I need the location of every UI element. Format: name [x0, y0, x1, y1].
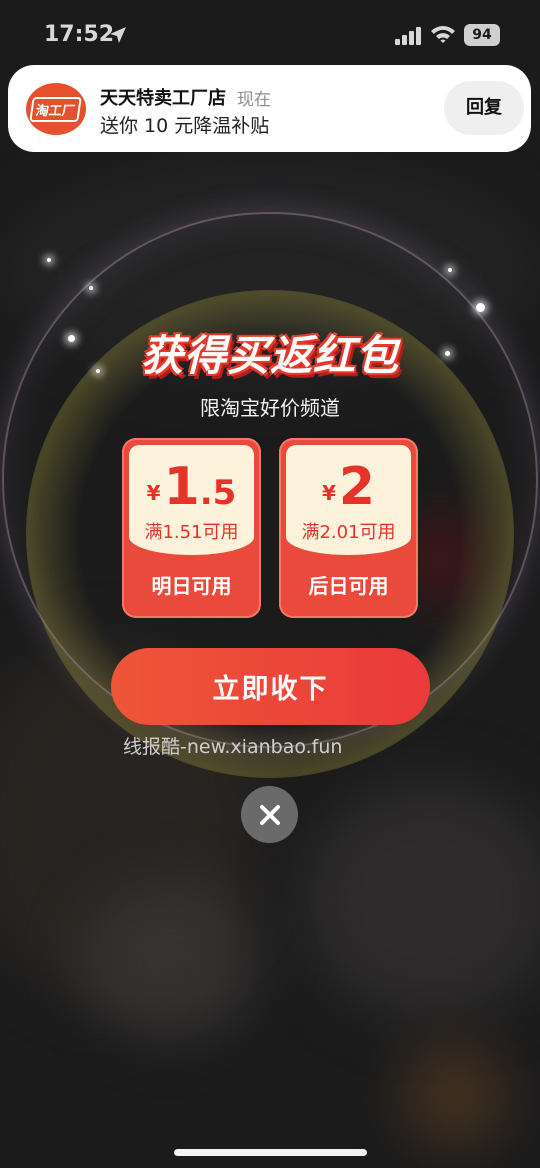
popup-subtitle: 限淘宝好价频道 [200, 396, 340, 420]
wifi-icon [431, 26, 455, 43]
coupon-face: ¥2 满2.01可用 [286, 445, 411, 555]
currency-symbol: ¥ [146, 481, 161, 505]
currency-symbol: ¥ [321, 481, 336, 505]
coupon-amount-int: 1 [163, 457, 200, 517]
coupon-condition: 满1.51可用 [144, 522, 239, 543]
battery-indicator: 94 [464, 24, 500, 46]
notification-title: 天天特卖工厂店 [100, 88, 226, 109]
coupon-condition: 满2.01可用 [301, 522, 396, 543]
reply-button[interactable]: 回复 [444, 81, 524, 135]
accept-button[interactable]: 立即收下 [111, 648, 430, 725]
coupon-availability: 后日可用 [308, 574, 389, 598]
watermark-text: 线报酷-new.xianbao.fun [123, 736, 343, 758]
coupon-amount-int: 2 [338, 457, 376, 517]
sparkle [89, 286, 93, 290]
coupon-face: ¥1.5 满1.51可用 [129, 445, 254, 555]
bg-blob [80, 880, 260, 1040]
close-icon [259, 804, 280, 825]
sparkle [47, 258, 51, 262]
coupon-card: ¥2 满2.01可用 后日可用 [279, 438, 418, 618]
notification-banner[interactable]: 淘工厂 天天特卖工厂店 现在 送你 10 元降温补贴 回复 [8, 65, 531, 152]
coupon-card: ¥1.5 满1.51可用 明日可用 [122, 438, 261, 618]
app-icon-logo: 淘工厂 [29, 96, 83, 122]
sparkle [476, 303, 485, 312]
close-button[interactable] [241, 786, 298, 843]
status-bar: 17:52 94 [0, 0, 540, 66]
coupon-availability: 明日可用 [151, 574, 232, 598]
popup-headline: 获得买返红包 [140, 331, 399, 380]
notification-time: 现在 [237, 90, 271, 110]
home-indicator[interactable] [174, 1149, 367, 1156]
coupon-amount-dec: .5 [199, 473, 237, 513]
bg-blob [300, 780, 540, 1020]
bg-blob [400, 1040, 510, 1150]
location-arrow-icon [110, 27, 126, 43]
cellular-signal-icon [395, 27, 421, 45]
coupon-amount: ¥2 [286, 457, 411, 517]
sparkle [448, 268, 452, 272]
coupon-amount: ¥1.5 [129, 457, 254, 517]
app-icon: 淘工厂 [26, 83, 86, 135]
notification-body: 送你 10 元降温补贴 [100, 115, 270, 137]
status-time: 17:52 [44, 22, 115, 47]
